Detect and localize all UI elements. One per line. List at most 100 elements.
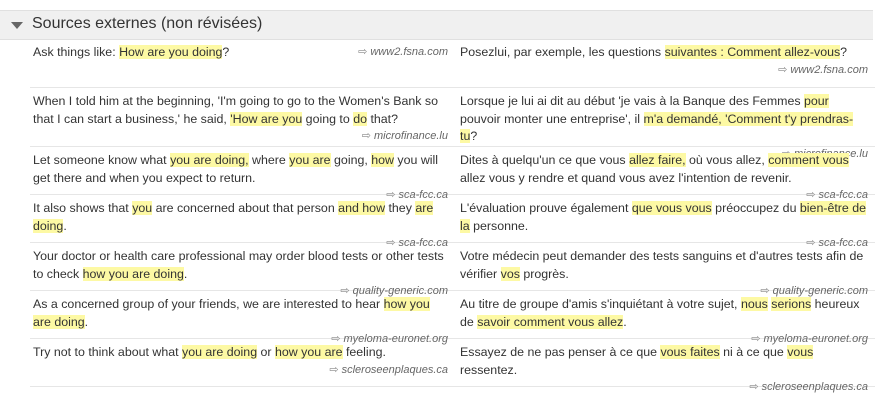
example-row: When I told him at the beginning, 'I'm g… — [30, 88, 875, 147]
sentence-text: L'évaluation prouve également — [460, 201, 632, 215]
sentence-text: . — [184, 267, 187, 281]
source-domain: microfinance.lu — [374, 130, 448, 142]
source-link[interactable]: ⇨ scleroseenplaques.ca — [460, 379, 868, 396]
highlighted-match: nous — [741, 297, 768, 311]
highlighted-match: vous faites — [660, 345, 719, 359]
english-cell: When I told him at the beginning, 'I'm g… — [33, 93, 448, 145]
example-sentence: Essayez de ne pas penser à ce que vous f… — [460, 345, 813, 377]
sentence-text: Essayez de ne pas penser à ce que — [460, 345, 660, 359]
sentence-text: where — [249, 153, 290, 167]
sentence-text: où vous allez, — [686, 153, 769, 167]
external-link-icon: ⇨ — [329, 364, 338, 376]
source-domain: www2.fsna.com — [370, 46, 448, 58]
section-title: Sources externes (non révisées) — [32, 15, 262, 33]
example-sentence: Dites à quelqu'un ce que vous allez fair… — [460, 153, 849, 185]
example-list: Ask things like: How are you doing?⇨www2… — [30, 40, 875, 387]
section-header[interactable]: Sources externes (non révisées) — [0, 10, 873, 40]
highlighted-match: you are — [289, 153, 330, 167]
sentence-text: Posezlui, par exemple, les questions — [460, 45, 665, 59]
highlighted-match: vous — [787, 345, 813, 359]
highlighted-match: you — [132, 201, 152, 215]
english-cell: Try not to think about what you are doin… — [33, 344, 448, 379]
french-cell: Posezlui, par exemple, les questions sui… — [460, 44, 868, 79]
example-row: It also shows that you are concerned abo… — [30, 195, 875, 243]
example-sentence: It also shows that you are concerned abo… — [33, 201, 433, 233]
sentence-text: It also shows that — [33, 201, 132, 215]
example-row: Your doctor or health care professional … — [30, 243, 875, 291]
sentence-text: going, — [331, 153, 372, 167]
source-link[interactable]: ⇨microfinance.lu — [33, 128, 448, 145]
example-sentence: Posezlui, par exemple, les questions sui… — [460, 45, 847, 59]
sentence-text: that? — [367, 112, 398, 126]
source-link[interactable]: ⇨www2.fsna.com — [358, 44, 448, 61]
example-sentence: When I told him at the beginning, 'I'm g… — [33, 94, 438, 126]
sentence-text: Let someone know what — [33, 153, 170, 167]
sentence-text: Dites à quelqu'un ce que vous — [460, 153, 629, 167]
example-row: As a concerned group of your friends, we… — [30, 291, 875, 339]
external-link-icon: ⇨ — [749, 381, 758, 393]
sentence-text: ? — [840, 45, 847, 59]
sentence-text: Try not to think about what — [33, 345, 182, 359]
highlighted-match: how you are — [275, 345, 343, 359]
sentence-text: ? — [470, 129, 477, 143]
example-sentence: As a concerned group of your friends, we… — [33, 297, 430, 329]
highlighted-match: suivantes : Comment allez-vous — [665, 45, 841, 59]
sentence-text: they — [385, 201, 415, 215]
source-link[interactable]: ⇨www2.fsna.com — [460, 62, 868, 79]
example-sentence: Votre médecin peut demander des tests sa… — [460, 249, 863, 281]
collapse-triangle-icon[interactable] — [11, 22, 23, 29]
example-sentence: Au titre de groupe d'amis s'inquiétant à… — [460, 297, 859, 329]
sentence-text: ni à ce que — [720, 345, 788, 359]
sentence-text: allez vous y rendre et quand vous avez l… — [460, 171, 792, 185]
highlighted-match: how you are doing — [83, 267, 184, 281]
source-domain: scleroseenplaques.ca — [342, 364, 448, 376]
highlighted-match: you are doing — [182, 345, 257, 359]
example-sentence: Let someone know what you are doing, whe… — [33, 153, 438, 185]
highlighted-match: you are doing, — [170, 153, 249, 167]
highlighted-match: vos — [501, 267, 520, 281]
example-sentence: Lorsque je lui ai dit au début 'je vais … — [460, 94, 853, 143]
highlighted-match: and how — [338, 201, 385, 215]
sentence-text: . — [63, 219, 66, 233]
highlighted-match: allez faire, — [629, 153, 685, 167]
source-link[interactable]: ⇨ scleroseenplaques.ca — [33, 362, 448, 379]
sentence-text: Ask things like: — [33, 45, 119, 59]
external-link-icon: ⇨ — [358, 46, 367, 58]
highlighted-match: savoir comment vous allez — [477, 315, 623, 329]
sentence-text: préoccupez du — [712, 201, 800, 215]
example-row: Try not to think about what you are doin… — [30, 339, 875, 387]
sentence-text: are concerned about that person — [152, 201, 338, 215]
highlighted-match: How are you doing — [119, 45, 222, 59]
example-sentence: Ask things like: How are you doing? — [33, 45, 229, 59]
sentence-text: . — [623, 315, 626, 329]
highlighted-match: pour — [804, 94, 829, 108]
highlighted-match: serions — [771, 297, 811, 311]
sentence-text: Au titre de groupe d'amis s'inquiétant à… — [460, 297, 741, 311]
sentence-text: Lorsque je lui ai dit au début 'je vais … — [460, 94, 804, 108]
example-sentence: Try not to think about what you are doin… — [33, 345, 386, 359]
highlighted-match: how — [371, 153, 394, 167]
sentence-text: feeling. — [343, 345, 386, 359]
sentence-text: pouvoir monter une entreprise', il — [460, 112, 644, 126]
french-cell: Essayez de ne pas penser à ce que vous f… — [460, 344, 868, 396]
example-row: Let someone know what you are doing, whe… — [30, 147, 875, 195]
source-domain: www2.fsna.com — [790, 64, 868, 76]
highlighted-match: 'How are you — [230, 112, 302, 126]
sentence-text: progrès. — [520, 267, 569, 281]
highlighted-match: comment vous — [768, 153, 849, 167]
sentence-text: ressentez. — [460, 363, 517, 377]
sentence-text: personne. — [470, 219, 529, 233]
sentence-text: As a concerned group of your friends, we… — [33, 297, 384, 311]
sentence-text: or — [257, 345, 275, 359]
external-link-icon: ⇨ — [778, 64, 787, 76]
sentence-text: ? — [222, 45, 229, 59]
external-link-icon: ⇨ — [362, 130, 371, 142]
example-sentence: Your doctor or health care professional … — [33, 249, 444, 281]
sentence-text: going to — [302, 112, 353, 126]
source-domain: scleroseenplaques.ca — [762, 381, 868, 393]
sentence-text: . — [85, 315, 88, 329]
example-row: Ask things like: How are you doing?⇨www2… — [30, 40, 875, 88]
highlighted-match: que vous vous — [632, 201, 712, 215]
highlighted-match: do — [353, 112, 367, 126]
english-cell: Ask things like: How are you doing? ⇨www2… — [33, 44, 448, 62]
